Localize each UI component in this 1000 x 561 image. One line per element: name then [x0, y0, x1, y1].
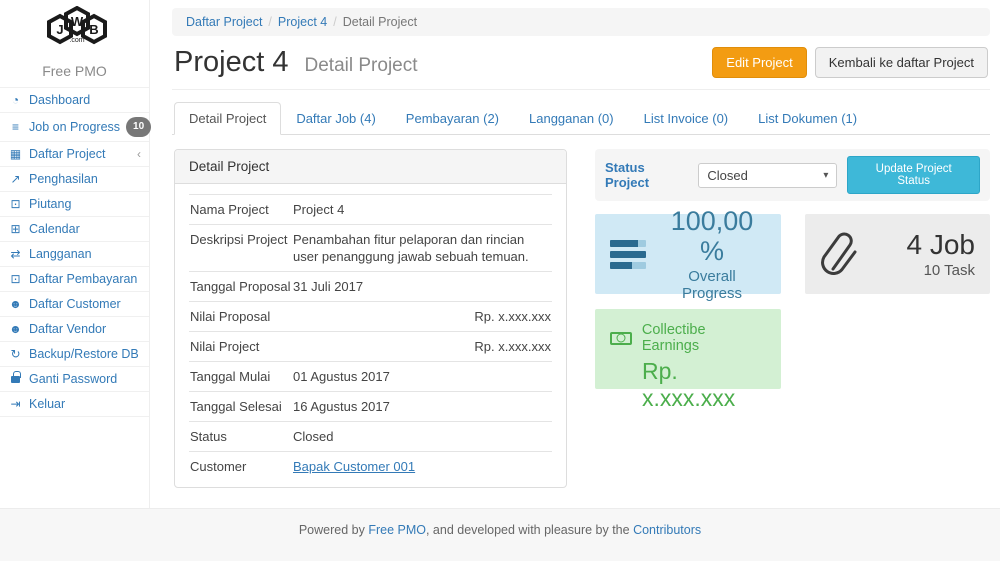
job-count-badge: 10: [126, 117, 151, 137]
page-header: Project 4 Detail Project Edit Project Ke…: [174, 46, 988, 79]
table-row: Nilai Project Rp. x.xxx.xxx: [189, 331, 552, 361]
list-icon: ≡: [8, 119, 23, 135]
status-project-label: Status Project: [605, 160, 688, 190]
chevron-left-icon: ‹: [137, 146, 141, 162]
sidebar-item-calendar[interactable]: ⊞ Calendar: [0, 217, 149, 242]
users-icon: ☻: [8, 321, 23, 337]
right-column: Status Project Closed ▾ Update Project S…: [595, 149, 990, 488]
table-row: Tanggal Mulai 01 Agustus 2017: [189, 361, 552, 391]
update-project-status-button[interactable]: Update Project Status: [847, 156, 980, 194]
dashboard-icon: ◔: [8, 92, 23, 108]
money-icon: ⊡: [8, 271, 23, 287]
breadcrumb-project-4[interactable]: Project 4: [278, 15, 327, 29]
earnings-value: Rp. x.xxx.xxx: [642, 358, 766, 412]
sidebar: J W B .com Free PMO ◔ Dashboard ≡ Job on…: [0, 0, 150, 508]
breadcrumb: Daftar Project/Project 4/Detail Project: [172, 8, 990, 36]
users-icon: ☻: [8, 296, 23, 312]
jobs-sub: 10 Task: [907, 262, 976, 279]
tab-detail-project[interactable]: Detail Project: [174, 102, 281, 135]
svg-text:.com: .com: [69, 37, 84, 44]
money-icon: [610, 332, 632, 345]
jobs-value: 4 Job: [907, 230, 976, 260]
collectible-earnings-widget: Collectibe Earnings Rp. x.xxx.xxx: [595, 309, 781, 389]
progress-label: Overall Progress: [658, 268, 766, 302]
table-row: Tanggal Proposal 31 Juli 2017: [189, 271, 552, 301]
status-select-value: Closed: [707, 168, 747, 183]
tab-list-dokumen[interactable]: List Dokumen (1): [743, 102, 872, 135]
status-project-bar: Status Project Closed ▾ Update Project S…: [595, 149, 990, 201]
sidebar-item-backup-restore-db[interactable]: ↻ Backup/Restore DB: [0, 342, 149, 367]
edit-project-button[interactable]: Edit Project: [712, 47, 806, 78]
paperclip-icon: [820, 229, 862, 279]
table-row: Customer Bapak Customer 001: [189, 451, 552, 481]
brand-name: Free PMO: [0, 63, 149, 79]
jwb-logo-icon: J W B .com: [19, 6, 131, 58]
table-row: Deskripsi Project Penambahan fitur pelap…: [189, 224, 552, 271]
tab-list-invoice[interactable]: List Invoice (0): [629, 102, 744, 135]
free-pmo-link[interactable]: Free PMO: [368, 523, 426, 537]
panel-title: Detail Project: [175, 150, 566, 184]
svg-text:J: J: [56, 22, 63, 37]
svg-text:B: B: [89, 22, 98, 37]
table-icon: ▦: [8, 146, 23, 162]
app-window: J W B .com Free PMO ◔ Dashboard ≡ Job on…: [0, 0, 1000, 508]
tab-bar: Detail Project Daftar Job (4) Pembayaran…: [172, 102, 990, 135]
page-subtitle: Detail Project: [305, 55, 418, 76]
progress-value: 100,00 %: [658, 206, 766, 266]
sidebar-item-daftar-pembayaran[interactable]: ⊡ Daftar Pembayaran: [0, 267, 149, 292]
earnings-label: Collectibe Earnings: [642, 322, 766, 354]
header-divider: [172, 89, 990, 90]
chart-line-icon: ↗: [8, 171, 23, 187]
main-content: Daftar Project/Project 4/Detail Project …: [150, 0, 1000, 508]
table-row: Tanggal Selesai 16 Agustus 2017: [189, 391, 552, 421]
sidebar-item-langganan[interactable]: ⇄ Langganan: [0, 242, 149, 267]
customer-link[interactable]: Bapak Customer 001: [293, 459, 415, 474]
sidebar-item-daftar-vendor[interactable]: ☻ Daftar Vendor: [0, 317, 149, 342]
breadcrumb-daftar-project[interactable]: Daftar Project: [186, 15, 262, 29]
contributors-link[interactable]: Contributors: [633, 523, 701, 537]
sidebar-item-keluar[interactable]: ⇥ Keluar: [0, 392, 149, 417]
sidebar-item-job-on-progress[interactable]: ≡ Job on Progress 10: [0, 113, 149, 142]
refresh-icon: ↻: [8, 346, 23, 362]
tasks-icon: [610, 240, 646, 269]
detail-project-panel: Detail Project Nama Project Project 4 De…: [174, 149, 567, 488]
table-row: Nama Project Project 4: [189, 194, 552, 224]
sidebar-nav: ◔ Dashboard ≡ Job on Progress 10 ▦ Dafta…: [0, 87, 149, 417]
brand: J W B .com Free PMO: [0, 0, 149, 87]
tab-pembayaran[interactable]: Pembayaran (2): [391, 102, 514, 135]
footer: Powered by Free PMO, and developed with …: [0, 508, 1000, 561]
money-icon: ⊡: [8, 196, 23, 212]
lock-icon: [8, 371, 23, 387]
back-to-list-button[interactable]: Kembali ke daftar Project: [815, 47, 988, 78]
tab-daftar-job[interactable]: Daftar Job (4): [281, 102, 390, 135]
status-select[interactable]: Closed ▾: [698, 163, 837, 188]
page-title: Project 4 Detail Project: [174, 46, 418, 79]
tab-langganan[interactable]: Langganan (0): [514, 102, 629, 135]
sidebar-item-piutang[interactable]: ⊡ Piutang: [0, 192, 149, 217]
sidebar-item-penghasilan[interactable]: ↗ Penghasilan: [0, 167, 149, 192]
chevron-down-icon: ▾: [823, 170, 828, 181]
sidebar-item-dashboard[interactable]: ◔ Dashboard: [0, 88, 149, 113]
calendar-icon: ⊞: [8, 221, 23, 237]
sign-out-icon: ⇥: [8, 396, 23, 412]
sidebar-item-daftar-customer[interactable]: ☻ Daftar Customer: [0, 292, 149, 317]
sidebar-item-daftar-project[interactable]: ▦ Daftar Project ‹: [0, 142, 149, 167]
overall-progress-widget: 100,00 % Overall Progress: [595, 214, 781, 294]
table-row: Status Closed: [189, 421, 552, 451]
breadcrumb-current: Detail Project: [343, 15, 417, 29]
retweet-icon: ⇄: [8, 246, 23, 262]
svg-text:W: W: [70, 14, 83, 29]
jobs-widget: 4 Job 10 Task: [805, 214, 990, 294]
sidebar-item-ganti-password[interactable]: Ganti Password: [0, 367, 149, 392]
table-row: Nilai Proposal Rp. x.xxx.xxx: [189, 301, 552, 331]
detail-table: Nama Project Project 4 Deskripsi Project…: [175, 184, 566, 487]
